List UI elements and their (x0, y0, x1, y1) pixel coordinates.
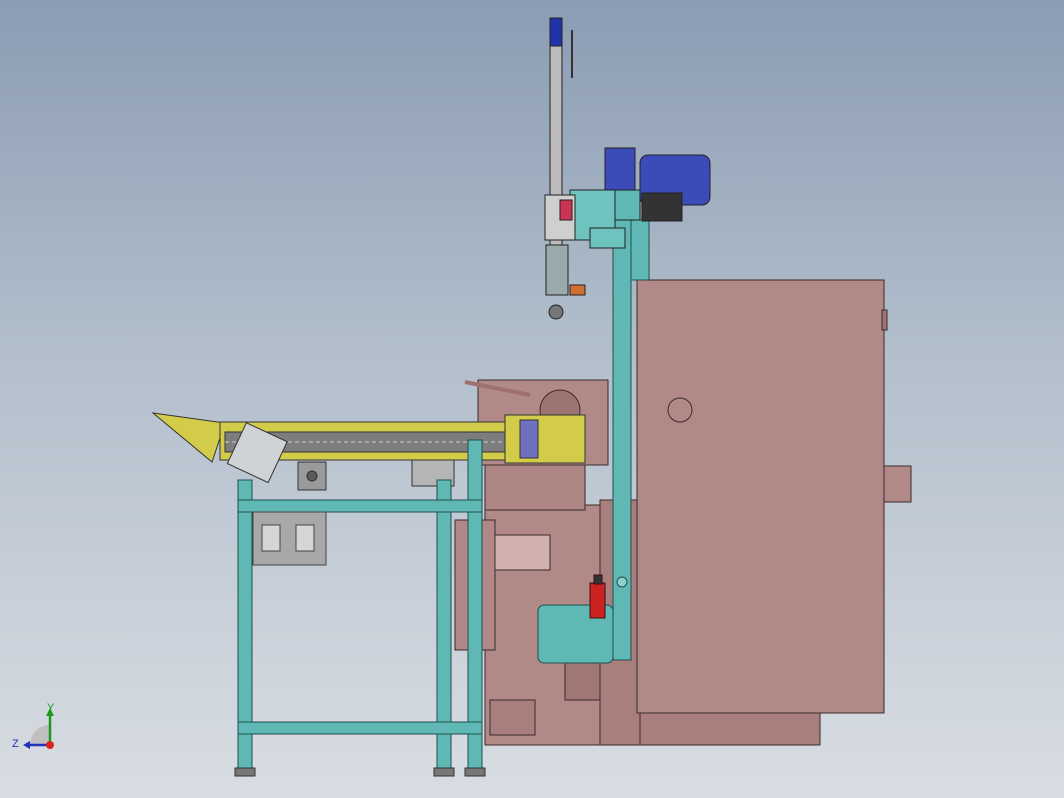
switch-1 (261, 524, 281, 552)
y-axis-label: Y (47, 702, 55, 714)
switch-panel (252, 511, 327, 566)
column-rear (630, 219, 650, 281)
regulator-knob (593, 574, 603, 585)
slide-plate (589, 227, 626, 249)
gearbox-lower (484, 464, 586, 511)
leveling-feet (234, 767, 486, 777)
base-recess (564, 659, 601, 701)
coordinate-triad: Y Z (12, 702, 55, 750)
control-cabinet (636, 279, 912, 714)
cabinet-handle (883, 465, 912, 503)
foot-mid (433, 767, 455, 777)
assembly-drawing: Y Z (12, 17, 912, 777)
gear-motor (604, 147, 636, 194)
foot-left (234, 767, 256, 777)
base-window (494, 534, 551, 571)
foot-right (464, 767, 486, 777)
cabinet-plinth (639, 709, 821, 746)
frame-rail-top (237, 499, 483, 513)
drive-block (519, 419, 539, 459)
infeed-chute (151, 412, 226, 463)
gripper-body (545, 244, 569, 296)
regulator-body (589, 582, 606, 619)
z-axis-cap (549, 17, 563, 47)
triad-background-icon (30, 725, 50, 745)
base-foot-block (489, 699, 536, 736)
z-arrowhead-icon (23, 741, 30, 749)
cabinet-hinge (881, 309, 888, 331)
cad-viewport[interactable]: Y Z (0, 0, 1064, 798)
frame-rail-bottom (237, 721, 483, 735)
drive-bracket (504, 414, 586, 464)
frame-leg-right (467, 439, 483, 771)
motor-flange (641, 192, 683, 222)
z-sensor (559, 199, 573, 221)
motor-shaft (306, 470, 318, 482)
cabinet-body (636, 279, 885, 714)
gripper-nozzle (548, 304, 564, 320)
z-axis-label: Z (12, 738, 19, 750)
column-front (612, 219, 632, 661)
switch-2 (295, 524, 315, 552)
valve-block (569, 284, 586, 296)
x-axis-dot-icon (46, 741, 54, 749)
column-bolt (616, 576, 628, 588)
